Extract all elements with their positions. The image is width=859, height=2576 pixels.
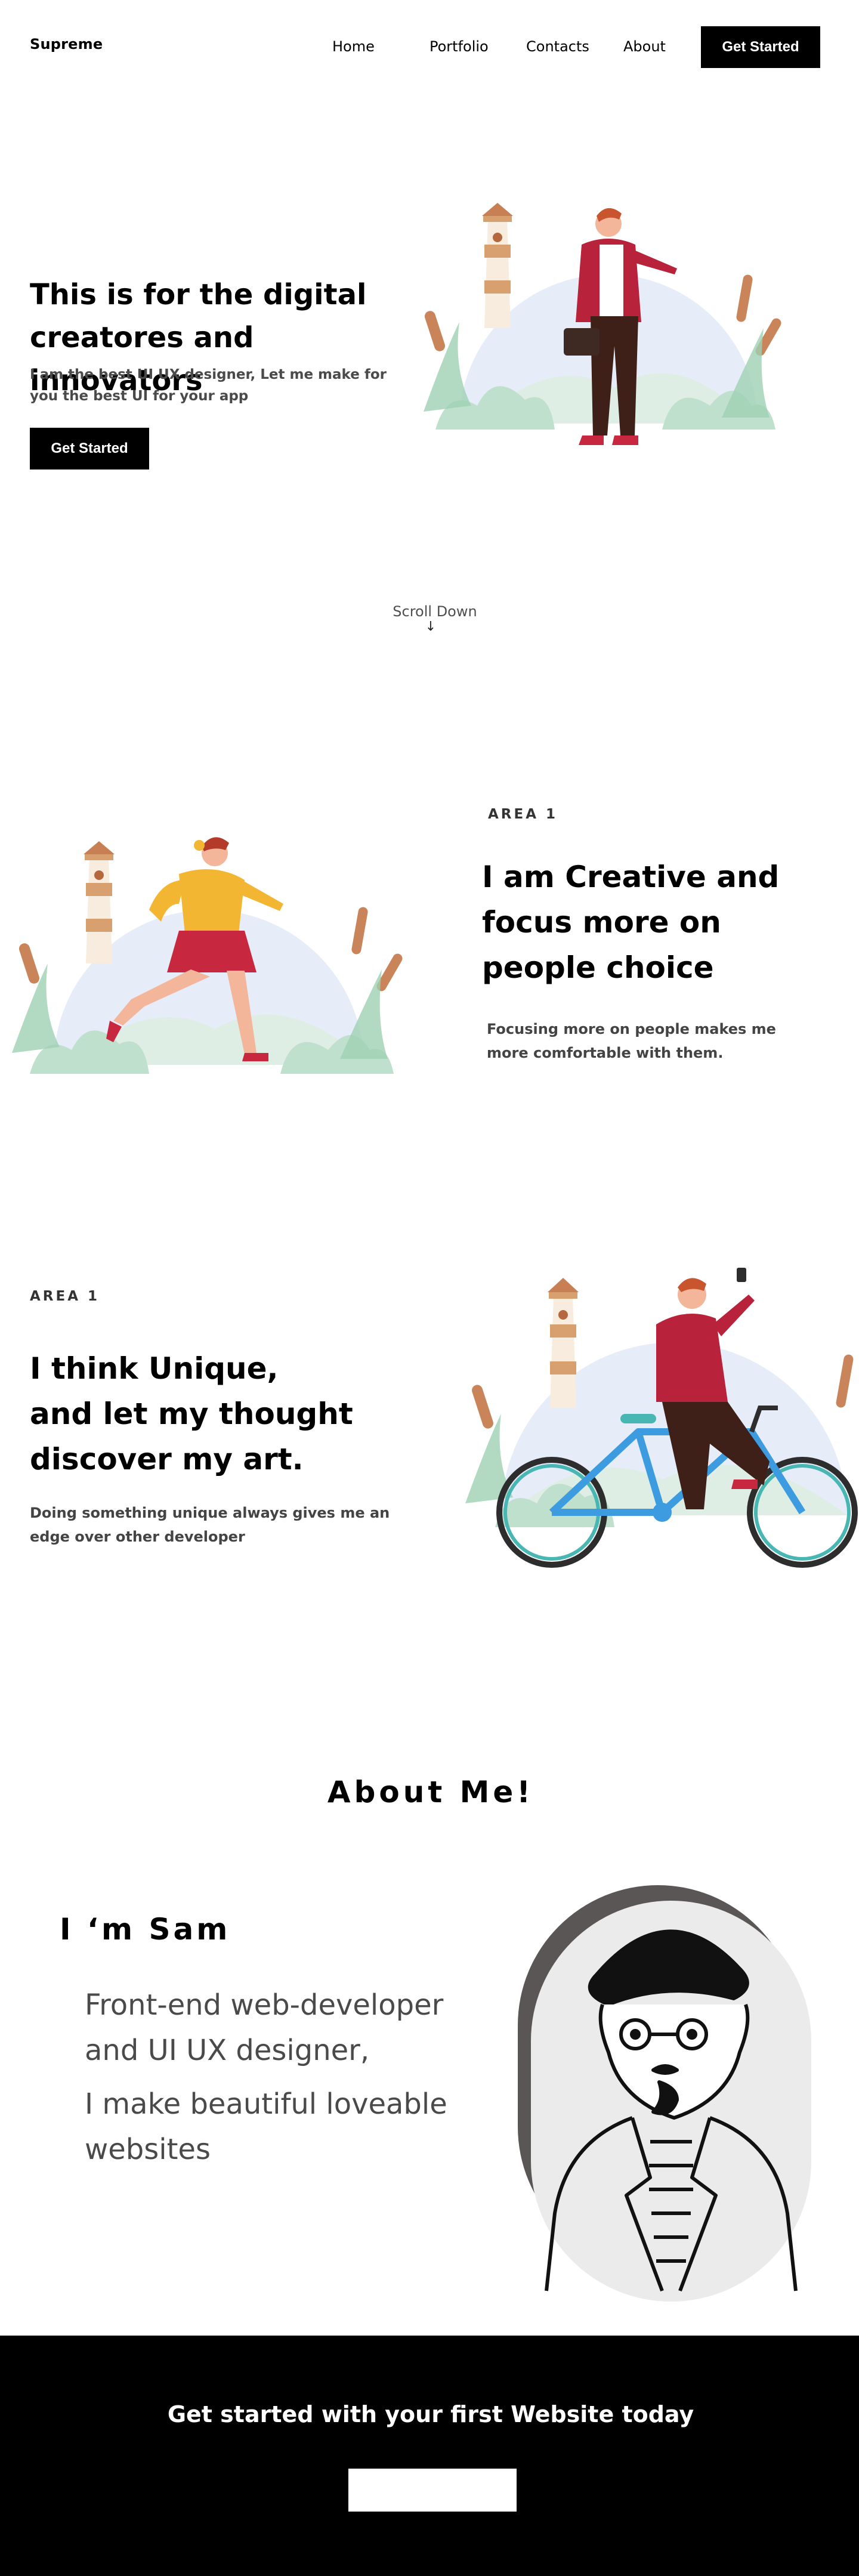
nav-get-started-button[interactable]: Get Started: [701, 26, 820, 68]
nav-about-link[interactable]: About: [623, 38, 666, 55]
hero-lighthouse: [482, 203, 513, 328]
hero-subtitle: I am the best UI UX designer, Let me mak…: [30, 367, 387, 404]
footer-cta-button[interactable]: [348, 2469, 517, 2512]
hero-cloud-small: [692, 208, 718, 215]
nav-contacts-link[interactable]: Contacts: [526, 38, 589, 55]
section2-title: I think Unique, and let my thought disco…: [30, 1346, 400, 1482]
section1-area-label: AREA 1: [488, 807, 558, 822]
down-arrow-icon[interactable]: ↓: [0, 619, 859, 634]
footer-title: Get started with your first Website toda…: [167, 2401, 694, 2427]
about-title: About Me!: [327, 1775, 534, 1809]
section2-area-label: AREA 1: [30, 1289, 100, 1304]
footer-banner: Get started with your first Website toda…: [0, 2336, 859, 2576]
nav-about[interactable]: About: [623, 38, 666, 55]
section1-description: Focusing more on people makes me more co…: [487, 1021, 776, 1061]
section1-lighthouse: [84, 841, 115, 963]
nav-portfolio-link[interactable]: Portfolio: [430, 38, 489, 55]
scroll-down-label[interactable]: Scroll Down: [0, 603, 859, 620]
section2-title-line3: discover my art.: [30, 1442, 304, 1477]
section1-cloud: [262, 844, 325, 862]
about-line-websites: I make beautiful loveable websites: [85, 2087, 447, 2166]
nav-home-link[interactable]: Home: [332, 38, 375, 55]
hero-cloud: [644, 214, 706, 233]
section1-title: I am Creative and focus more on people c…: [482, 860, 780, 985]
nav-portfolio[interactable]: Portfolio: [430, 38, 489, 55]
logo[interactable]: Supreme: [30, 36, 103, 52]
section2-lighthouse: [548, 1278, 579, 1408]
nav-home[interactable]: Home: [332, 38, 375, 55]
section2-cloud-small: [602, 1258, 629, 1265]
section2-cloud: [752, 1276, 814, 1295]
section2-illustration: [465, 1258, 858, 1568]
hero-illustration: [424, 203, 781, 445]
section2-description: Doing something unique always gives me a…: [30, 1505, 390, 1545]
about-name: I ‘m Sam: [60, 1912, 231, 1947]
section1-illustration: [12, 837, 403, 1074]
section2-title-line2: and let my thought: [30, 1397, 353, 1431]
section2-title-line1: I think Unique,: [30, 1351, 279, 1386]
about-portrait: [518, 1885, 811, 2302]
section1-cloud-small: [131, 843, 157, 850]
about-line-role: Front-end web-developer and UI UX design…: [85, 1988, 444, 2067]
nav-contacts[interactable]: Contacts: [526, 38, 589, 55]
hero-get-started-button[interactable]: Get Started: [30, 428, 149, 470]
